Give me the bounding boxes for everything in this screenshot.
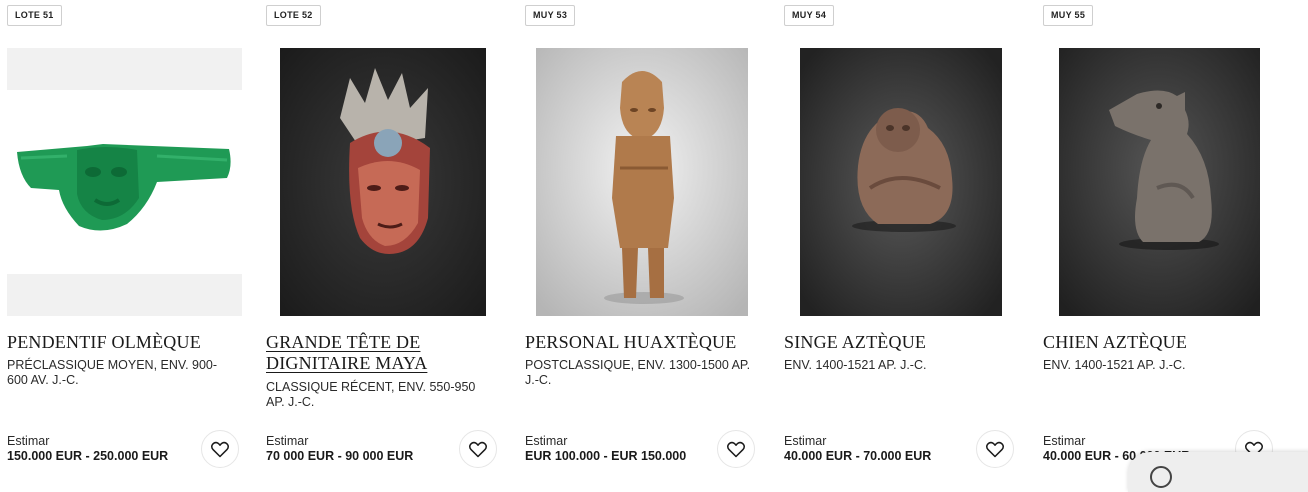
estimate-label: Estimar: [1043, 434, 1086, 448]
lot-title-link[interactable]: GRANDE TÊTE DE DIGNITAIRE MAYA: [266, 332, 501, 374]
estimate-value: EUR 100.000 - EUR 150.000: [525, 449, 687, 463]
aztec-monkey-image[interactable]: [800, 48, 1002, 316]
lot-badge: MUY 55: [1043, 5, 1094, 26]
lot-grid: LOTE 51 PENDENTIF OLMÈQUE PRÉCLASSIQUE M…: [0, 0, 1308, 471]
maya-head-image[interactable]: [280, 48, 486, 316]
lot-subtitle: POSTCLASSIQUE, ENV. 1300-1500 AP. J.-C.: [525, 358, 751, 387]
lot-title[interactable]: PENDENTIF OLMÈQUE: [7, 332, 247, 353]
chat-icon: [1150, 466, 1172, 488]
estimate-value: 40.000 EUR - 70.000 EUR: [784, 449, 932, 463]
lot-card[interactable]: LOTE 52 GRANDE TÊTE DE DIGNITAIRE MAYA C…: [266, 0, 511, 471]
estimate-label: Estimar: [266, 434, 309, 448]
lot-badge: MUY 54: [784, 5, 835, 26]
chat-widget[interactable]: [1128, 452, 1308, 492]
heart-icon[interactable]: [201, 430, 239, 468]
estimate-label: Estimar: [784, 434, 827, 448]
lot-card[interactable]: MUY 55 CHIEN AZTÈQUE ENV. 1400-1521 AP. …: [1043, 0, 1288, 471]
lot-subtitle: PRÉCLASSIQUE MOYEN, ENV. 900-600 AV. J.-…: [7, 358, 218, 387]
lot-badge: LOTE 52: [266, 5, 321, 26]
lot-card[interactable]: MUY 53 PERSONAL HUAXTÈQUE POSTCLASSIQUE,…: [525, 0, 770, 471]
lot-subtitle: ENV. 1400-1521 AP. J.-C.: [784, 358, 927, 372]
estimate-value: 70 000 EUR - 90 000 EUR: [266, 449, 414, 463]
aztec-dog-image[interactable]: [1059, 48, 1260, 316]
jade-pendant-image[interactable]: [7, 48, 242, 316]
lot-subtitle: ENV. 1400-1521 AP. J.-C.: [1043, 358, 1186, 372]
estimate-label: Estimar: [525, 434, 568, 448]
lot-title[interactable]: SINGE AZTÈQUE: [784, 332, 1024, 353]
lot-title[interactable]: CHIEN AZTÈQUE: [1043, 332, 1283, 353]
heart-icon[interactable]: [976, 430, 1014, 468]
huaxtec-figure-image[interactable]: [536, 48, 748, 316]
heart-icon[interactable]: [717, 430, 755, 468]
lot-card[interactable]: MUY 54 SINGE AZTÈQUE ENV. 1400-1521 AP. …: [784, 0, 1029, 471]
lot-badge: MUY 53: [525, 5, 576, 26]
lot-title[interactable]: PERSONAL HUAXTÈQUE: [525, 332, 765, 353]
lot-card[interactable]: LOTE 51 PENDENTIF OLMÈQUE PRÉCLASSIQUE M…: [7, 0, 252, 471]
heart-icon[interactable]: [459, 430, 497, 468]
lot-badge: LOTE 51: [7, 5, 62, 26]
estimate-value: 150.000 EUR - 250.000 EUR: [7, 449, 169, 463]
lot-subtitle: CLASSIQUE RÉCENT, ENV. 550-950 AP. J.-C.: [266, 380, 476, 409]
estimate-label: Estimar: [7, 434, 50, 448]
